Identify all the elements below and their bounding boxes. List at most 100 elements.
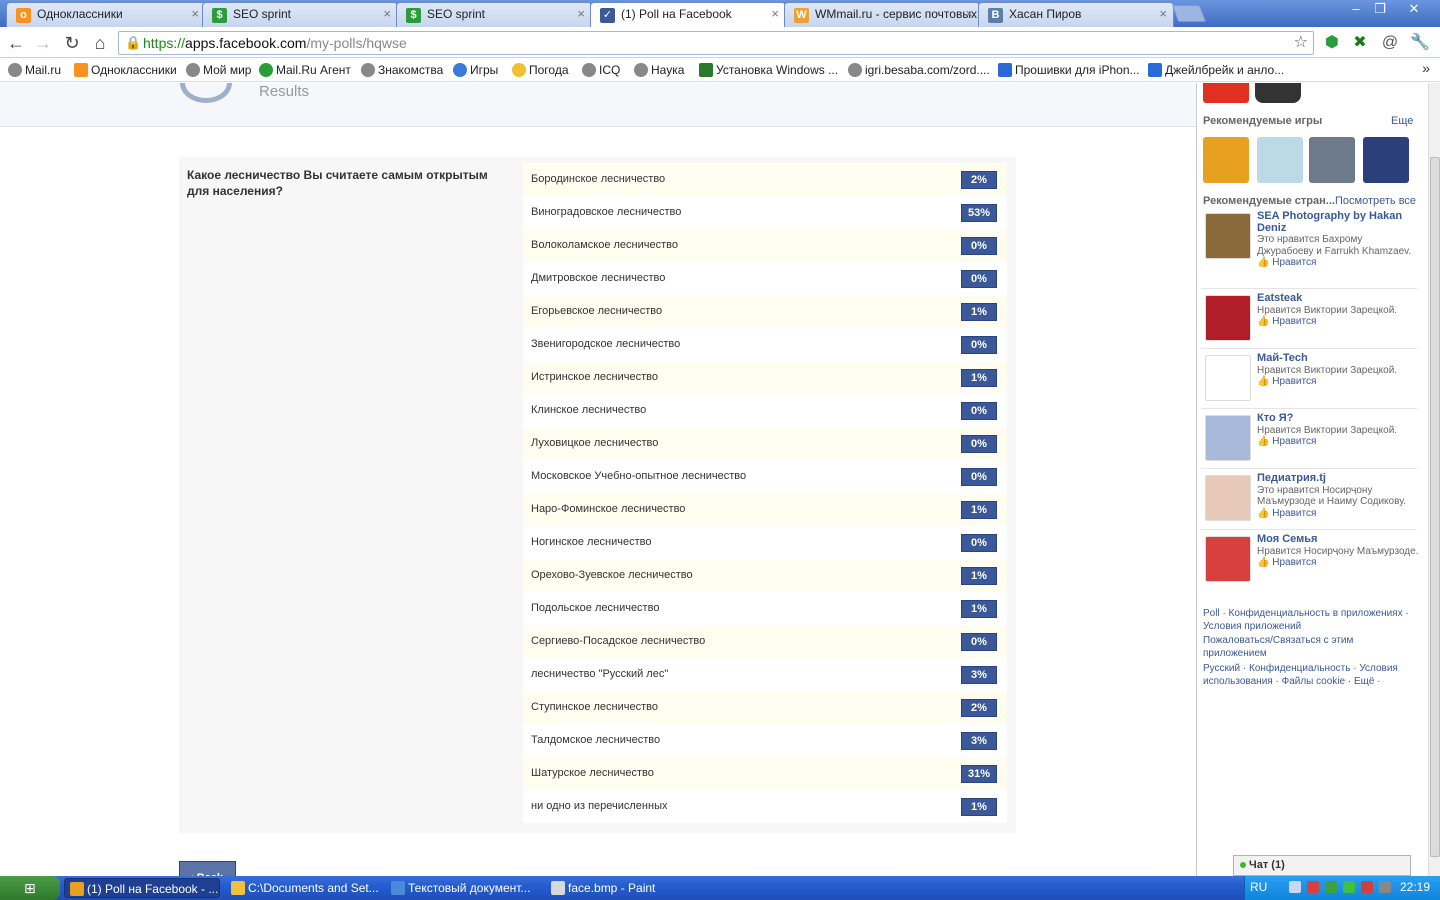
recommended-page-item[interactable]: Eatsteak Нравится Виктории Зарецкой. 👍 Нра… [1203, 292, 1419, 349]
page-avatar[interactable] [1205, 475, 1251, 521]
page-avatar[interactable] [1205, 415, 1251, 461]
bookmark-item[interactable]: Наука [634, 62, 684, 78]
answer-row: Егорьевское лесничество 1% [523, 295, 1007, 328]
recommended-page-item[interactable]: Моя Семья Нравится Носирҷону Маъмурзоде. 👍… [1203, 533, 1419, 590]
footer-app-links[interactable]: Poll · Конфиденциальность в приложениях … [1203, 608, 1415, 633]
recommended-page-item[interactable]: SEA Photography by Hakan Deniz Это нравит… [1203, 210, 1419, 285]
page-name-link[interactable]: Eatsteak [1257, 292, 1419, 305]
chat-bar[interactable]: Чат (1) [1233, 855, 1411, 876]
tab-close-icon[interactable]: × [771, 3, 779, 25]
tab-vk-profile[interactable]: B Хасан Пиров × [978, 2, 1174, 27]
motocross-game-icon[interactable] [1257, 137, 1303, 183]
recommended-page-item[interactable]: Кто Я? Нравится Виктории Зарецкой. 👍 Нрави… [1203, 412, 1419, 469]
maximize-button[interactable]: ❐ [1368, 1, 1392, 19]
taskbar-task-notepad[interactable]: Текстовый документ... [386, 878, 540, 898]
street-race-game-icon[interactable] [1363, 137, 1409, 183]
tab-close-icon[interactable]: × [965, 3, 973, 25]
bookmark-item[interactable]: igri.besaba.com/zord.... [848, 62, 990, 78]
like-link[interactable]: 👍 Нравится [1257, 557, 1419, 569]
tab-poll-facebook[interactable]: ✓ (1) Poll на Facebook × [590, 2, 786, 28]
scrollbar-thumb[interactable] [1430, 157, 1440, 857]
bookmark-star-icon[interactable]: ☆ [1294, 32, 1308, 54]
start-button[interactable]: ⊞ [0, 876, 60, 900]
bookmark-item[interactable]: Знакомства [361, 62, 443, 78]
close-window-button[interactable]: ✕ [1402, 1, 1426, 19]
tab-odnoklassniki[interactable]: о Одноклассники × [6, 2, 206, 27]
page-scrollbar[interactable] [1428, 83, 1440, 876]
page-name-link[interactable]: Педиатрия.tj [1257, 472, 1419, 485]
page-name-link[interactable]: SEA Photography by Hakan Deniz [1257, 210, 1419, 234]
minimize-button[interactable]: – [1344, 1, 1368, 19]
address-bar[interactable]: 🔒 https://apps.facebook.com/my-polls/hqw… [118, 31, 1314, 55]
tab-close-icon[interactable]: × [577, 3, 585, 25]
wrench-icon[interactable]: 🔧 [1410, 33, 1430, 53]
answer-percent-badge: 1% [961, 798, 997, 816]
bookmark-label: Mail.ru [25, 63, 62, 77]
new-tab-button[interactable] [1171, 5, 1207, 22]
top-eleven-game-icon[interactable] [1255, 83, 1301, 103]
fruit-ninja-game-icon[interactable] [1203, 137, 1249, 183]
tab-close-icon[interactable]: × [1159, 3, 1167, 25]
app-store-icon [998, 63, 1012, 77]
taskbar-task-browser[interactable]: (1) Poll на Facebook - ... [64, 878, 220, 898]
back-arrow-icon[interactable]: ← [5, 32, 27, 54]
bookmark-item[interactable]: Погода [512, 62, 569, 78]
pages-see-all-link[interactable]: Посмотреть все [1335, 195, 1416, 207]
tab-seo-sprint-1[interactable]: $ SEO sprint × [202, 2, 398, 27]
like-link[interactable]: 👍 Нравится [1257, 376, 1419, 388]
network-icon[interactable] [1289, 881, 1301, 893]
system-tray: RU 22:19 [1244, 876, 1440, 900]
footer-site-links[interactable]: Русский · Конфиденциальность · Условия и… [1203, 663, 1415, 688]
fighter-game-icon[interactable] [1309, 137, 1355, 183]
mail-agent-icon[interactable]: @ [1380, 33, 1400, 53]
friends-game-icon[interactable] [1203, 83, 1249, 103]
back-button[interactable]: ‹ Back [179, 861, 236, 876]
bookmark-item[interactable]: Одноклассники [74, 62, 177, 78]
bookmark-item[interactable]: ICQ [582, 62, 620, 78]
agent-tray-icon[interactable] [1325, 881, 1337, 893]
page-name-link[interactable]: Май-Tech [1257, 352, 1419, 365]
bookmark-item[interactable]: Игры [453, 62, 498, 78]
security-tray-icon[interactable] [1361, 881, 1373, 893]
recommended-page-item[interactable]: Педиатрия.tj Это нравится Носирҷону Маъму… [1203, 472, 1419, 529]
icq-tray-icon[interactable] [1343, 881, 1355, 893]
globe-icon [186, 63, 200, 77]
page-avatar[interactable] [1205, 355, 1251, 401]
like-link[interactable]: 👍 Нравится [1257, 257, 1419, 269]
extension-x-icon[interactable]: ✖ [1350, 33, 1370, 53]
like-link[interactable]: 👍 Нравится [1257, 508, 1419, 520]
extension-badge-icon[interactable]: ⬢ [1322, 33, 1342, 53]
page-avatar[interactable] [1205, 213, 1251, 259]
like-link[interactable]: 👍 Нравится [1257, 436, 1419, 448]
taskbar-task-paint[interactable]: face.bmp - Paint [546, 878, 700, 898]
bookmarks-overflow-chevron-icon[interactable]: » [1422, 60, 1430, 76]
reload-icon[interactable]: ↻ [61, 32, 83, 54]
report-app-link[interactable]: Пожаловаться/Связаться с этим приложение… [1203, 635, 1415, 660]
forward-arrow-icon[interactable]: → [32, 32, 54, 54]
page-avatar[interactable] [1205, 295, 1251, 341]
tab-close-icon[interactable]: × [383, 3, 391, 25]
lock-icon: 🔒 [125, 35, 142, 50]
tab-close-icon[interactable]: × [191, 3, 199, 25]
tab-seo-sprint-2[interactable]: $ SEO sprint × [396, 2, 592, 27]
page-name-link[interactable]: Кто Я? [1257, 412, 1419, 425]
bookmark-item[interactable]: Установка Windows ... [699, 62, 838, 78]
bookmark-item[interactable]: Джейлбрейк и анло... [1148, 62, 1284, 78]
page-avatar[interactable] [1205, 536, 1251, 582]
games-more-link[interactable]: Еще [1391, 115, 1413, 127]
bookmark-item[interactable]: Мой мир [186, 62, 251, 78]
home-icon[interactable]: ⌂ [89, 32, 111, 54]
volume-icon[interactable] [1379, 881, 1391, 893]
bookmark-item[interactable]: Mail.ru [8, 62, 61, 78]
bookmark-item[interactable]: Mail.Ru Агент [259, 62, 351, 78]
answer-percent-badge: 0% [961, 534, 997, 552]
like-link[interactable]: 👍 Нравится [1257, 316, 1419, 328]
taskbar-task-explorer[interactable]: C:\Documents and Set... [226, 878, 380, 898]
bookmark-item[interactable]: Прошивки для iPhon... [998, 62, 1140, 78]
recommended-page-item[interactable]: Май-Tech Нравится Виктории Зарецкой. 👍 Нра… [1203, 352, 1419, 409]
tab-wmmail[interactable]: W WMmail.ru - сервис почтовых × [784, 2, 980, 27]
antivirus-icon[interactable] [1307, 881, 1319, 893]
language-indicator[interactable]: RU [1250, 880, 1267, 894]
bookmark-label: Знакомства [378, 63, 444, 77]
page-name-link[interactable]: Моя Семья [1257, 533, 1419, 546]
